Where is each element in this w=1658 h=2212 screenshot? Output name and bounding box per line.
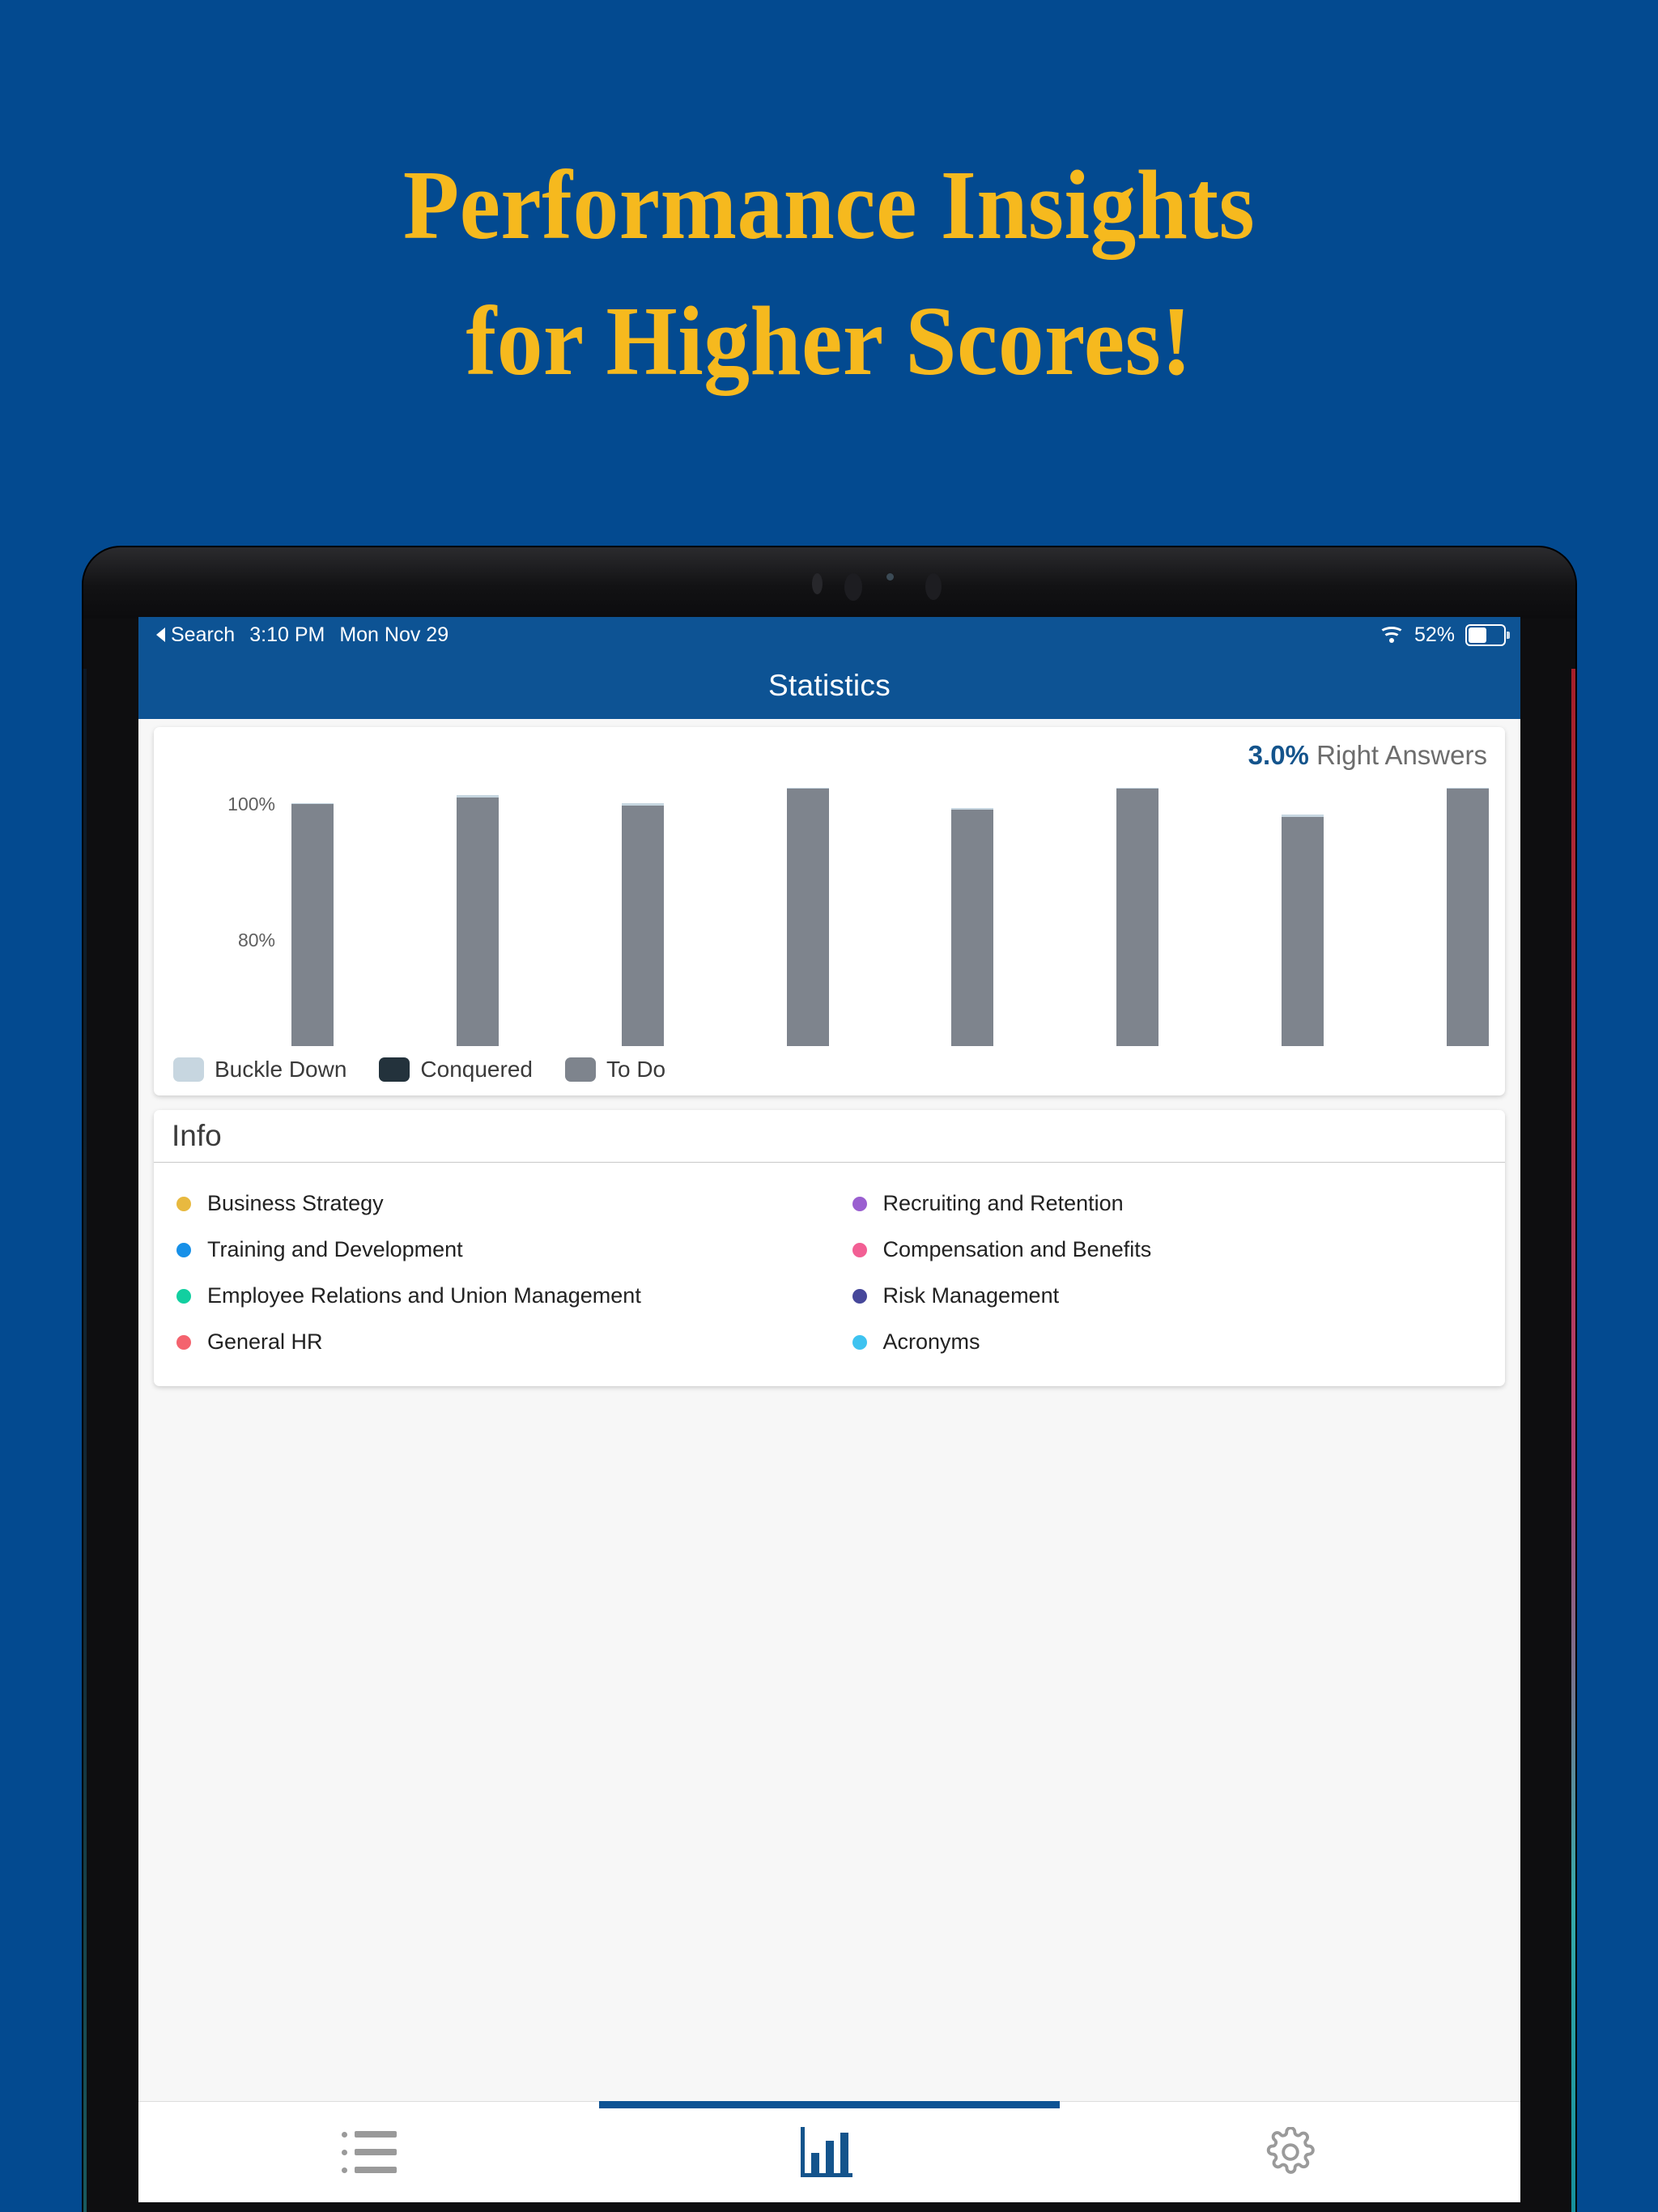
chart-legend: Buckle Down Conquered To Do [173, 1057, 683, 1083]
category-color-dot-icon [852, 1334, 867, 1350]
back-arrow-icon [156, 627, 165, 642]
legend-item: Conquered [379, 1057, 533, 1083]
status-bar-time: 3:10 PM [249, 623, 325, 646]
info-category-label: Recruiting and Retention [882, 1191, 1124, 1215]
info-category-item[interactable]: Risk Management [830, 1273, 1506, 1319]
bar-segment-to-do [1116, 789, 1159, 1046]
category-color-dot-icon [852, 1196, 867, 1211]
bar-column [456, 779, 499, 1046]
tablet-device-frame: Search 3:10 PM Mon Nov 29 52% Statistics [83, 547, 1575, 2212]
bar-column [1282, 779, 1324, 1046]
bar-segment-to-do [456, 798, 499, 1046]
bar-segment-to-do [621, 806, 664, 1046]
ambient-sensor-icon [925, 573, 942, 600]
page-title: Statistics [767, 669, 891, 702]
info-category-label: Business Strategy [207, 1191, 384, 1215]
device-edge-left [83, 669, 87, 2212]
info-title: Info [172, 1119, 222, 1152]
legend-label: Conquered [420, 1057, 533, 1082]
led-indicator-icon [886, 573, 894, 581]
info-category-label: Employee Relations and Union Management [207, 1283, 641, 1308]
battery-icon [1465, 623, 1510, 646]
settings-tab[interactable] [1060, 2102, 1520, 2202]
bar-segment-to-do [1282, 816, 1324, 1046]
statistics-tab[interactable] [599, 2101, 1060, 2202]
bar-chart-icon [800, 2127, 859, 2177]
info-category-label: General HR [207, 1329, 323, 1354]
bar-column [951, 779, 994, 1046]
bar-column [1446, 779, 1489, 1046]
info-category-item[interactable]: Training and Development [154, 1227, 830, 1273]
category-color-dot-icon [176, 1242, 191, 1257]
status-bar-date: Mon Nov 29 [339, 623, 449, 646]
legend-item: Buckle Down [173, 1057, 346, 1083]
y-axis-tick-80: 80% [237, 929, 275, 951]
legend-swatch-icon [173, 1057, 204, 1082]
back-label: Search [171, 623, 236, 646]
info-card: Info Business Strategy Recruiting and Ret… [154, 1110, 1505, 1386]
bar-segment-to-do [291, 804, 334, 1046]
bar-column [291, 779, 334, 1046]
tab-bar [138, 2101, 1520, 2202]
info-category-label: Training and Development [207, 1237, 463, 1261]
back-to-search-button[interactable]: Search [156, 623, 235, 647]
promo-headline: Performance Insights for Higher Scores! [58, 138, 1601, 410]
promo-headline-line2: for Higher Scores! [466, 287, 1192, 397]
category-color-dot-icon [176, 1334, 191, 1350]
category-color-dot-icon [176, 1196, 191, 1211]
category-color-dot-icon [852, 1288, 867, 1304]
promo-headline-line1: Performance Insights [402, 151, 1256, 260]
right-answers-value: 3.0% [1248, 740, 1309, 770]
info-category-label: Acronyms [882, 1329, 980, 1354]
info-category-label: Compensation and Benefits [882, 1237, 1152, 1261]
info-card-header: Info [154, 1110, 1505, 1163]
right-answers-label: Right Answers [1316, 740, 1487, 770]
bar-segment-to-do [1446, 789, 1489, 1046]
front-camera-icon [844, 573, 862, 601]
screen-content: 3.0% Right Answers 100% 80% Buckle Down C… [138, 719, 1520, 2102]
device-bezel-top [83, 547, 1575, 619]
status-bar-right: 52% [1378, 623, 1510, 647]
list-tab[interactable] [138, 2102, 599, 2202]
bar-column [786, 779, 829, 1046]
category-color-dot-icon [176, 1288, 191, 1304]
bar-chart-plot: 100% 80% [154, 779, 1494, 1046]
legend-swatch-icon [379, 1057, 410, 1082]
info-category-item[interactable]: Acronyms [830, 1319, 1506, 1365]
right-answers-summary: 3.0% Right Answers [1248, 740, 1487, 771]
bar-group [291, 779, 1489, 1046]
category-color-dot-icon [852, 1242, 867, 1257]
legend-label: Buckle Down [215, 1057, 347, 1082]
wifi-icon [1378, 626, 1405, 644]
statistics-chart-card: 3.0% Right Answers 100% 80% Buckle Down C… [154, 727, 1505, 1095]
info-category-item[interactable]: General HR [154, 1319, 830, 1365]
info-category-item[interactable]: Recruiting and Retention [830, 1180, 1506, 1227]
bar-column [621, 779, 664, 1046]
tab-active-indicator [599, 2101, 1060, 2108]
gear-icon [1266, 2127, 1315, 2174]
info-category-list: Business Strategy Recruiting and Retentio… [154, 1163, 1505, 1386]
status-bar-left: Search 3:10 PM Mon Nov 29 [156, 623, 449, 647]
bar-column [1116, 779, 1159, 1046]
info-category-item[interactable]: Business Strategy [154, 1180, 830, 1227]
legend-swatch-icon [564, 1057, 596, 1082]
info-category-item[interactable]: Employee Relations and Union Management [154, 1273, 830, 1319]
info-category-label: Risk Management [882, 1283, 1060, 1308]
device-edge-right [1571, 669, 1575, 2212]
status-bar: Search 3:10 PM Mon Nov 29 52% [138, 617, 1520, 653]
battery-percent-label: 52% [1414, 623, 1455, 646]
list-icon [341, 2131, 397, 2173]
y-axis-tick-100: 100% [227, 793, 275, 815]
legend-item: To Do [564, 1057, 666, 1083]
sensor-icon [812, 573, 823, 594]
info-category-item[interactable]: Compensation and Benefits [830, 1227, 1506, 1273]
bar-segment-to-do [786, 789, 829, 1046]
legend-label: To Do [606, 1057, 666, 1082]
bar-segment-to-do [951, 810, 994, 1046]
navigation-bar: Statistics [138, 653, 1520, 719]
device-screen: Search 3:10 PM Mon Nov 29 52% Statistics [138, 617, 1520, 2202]
